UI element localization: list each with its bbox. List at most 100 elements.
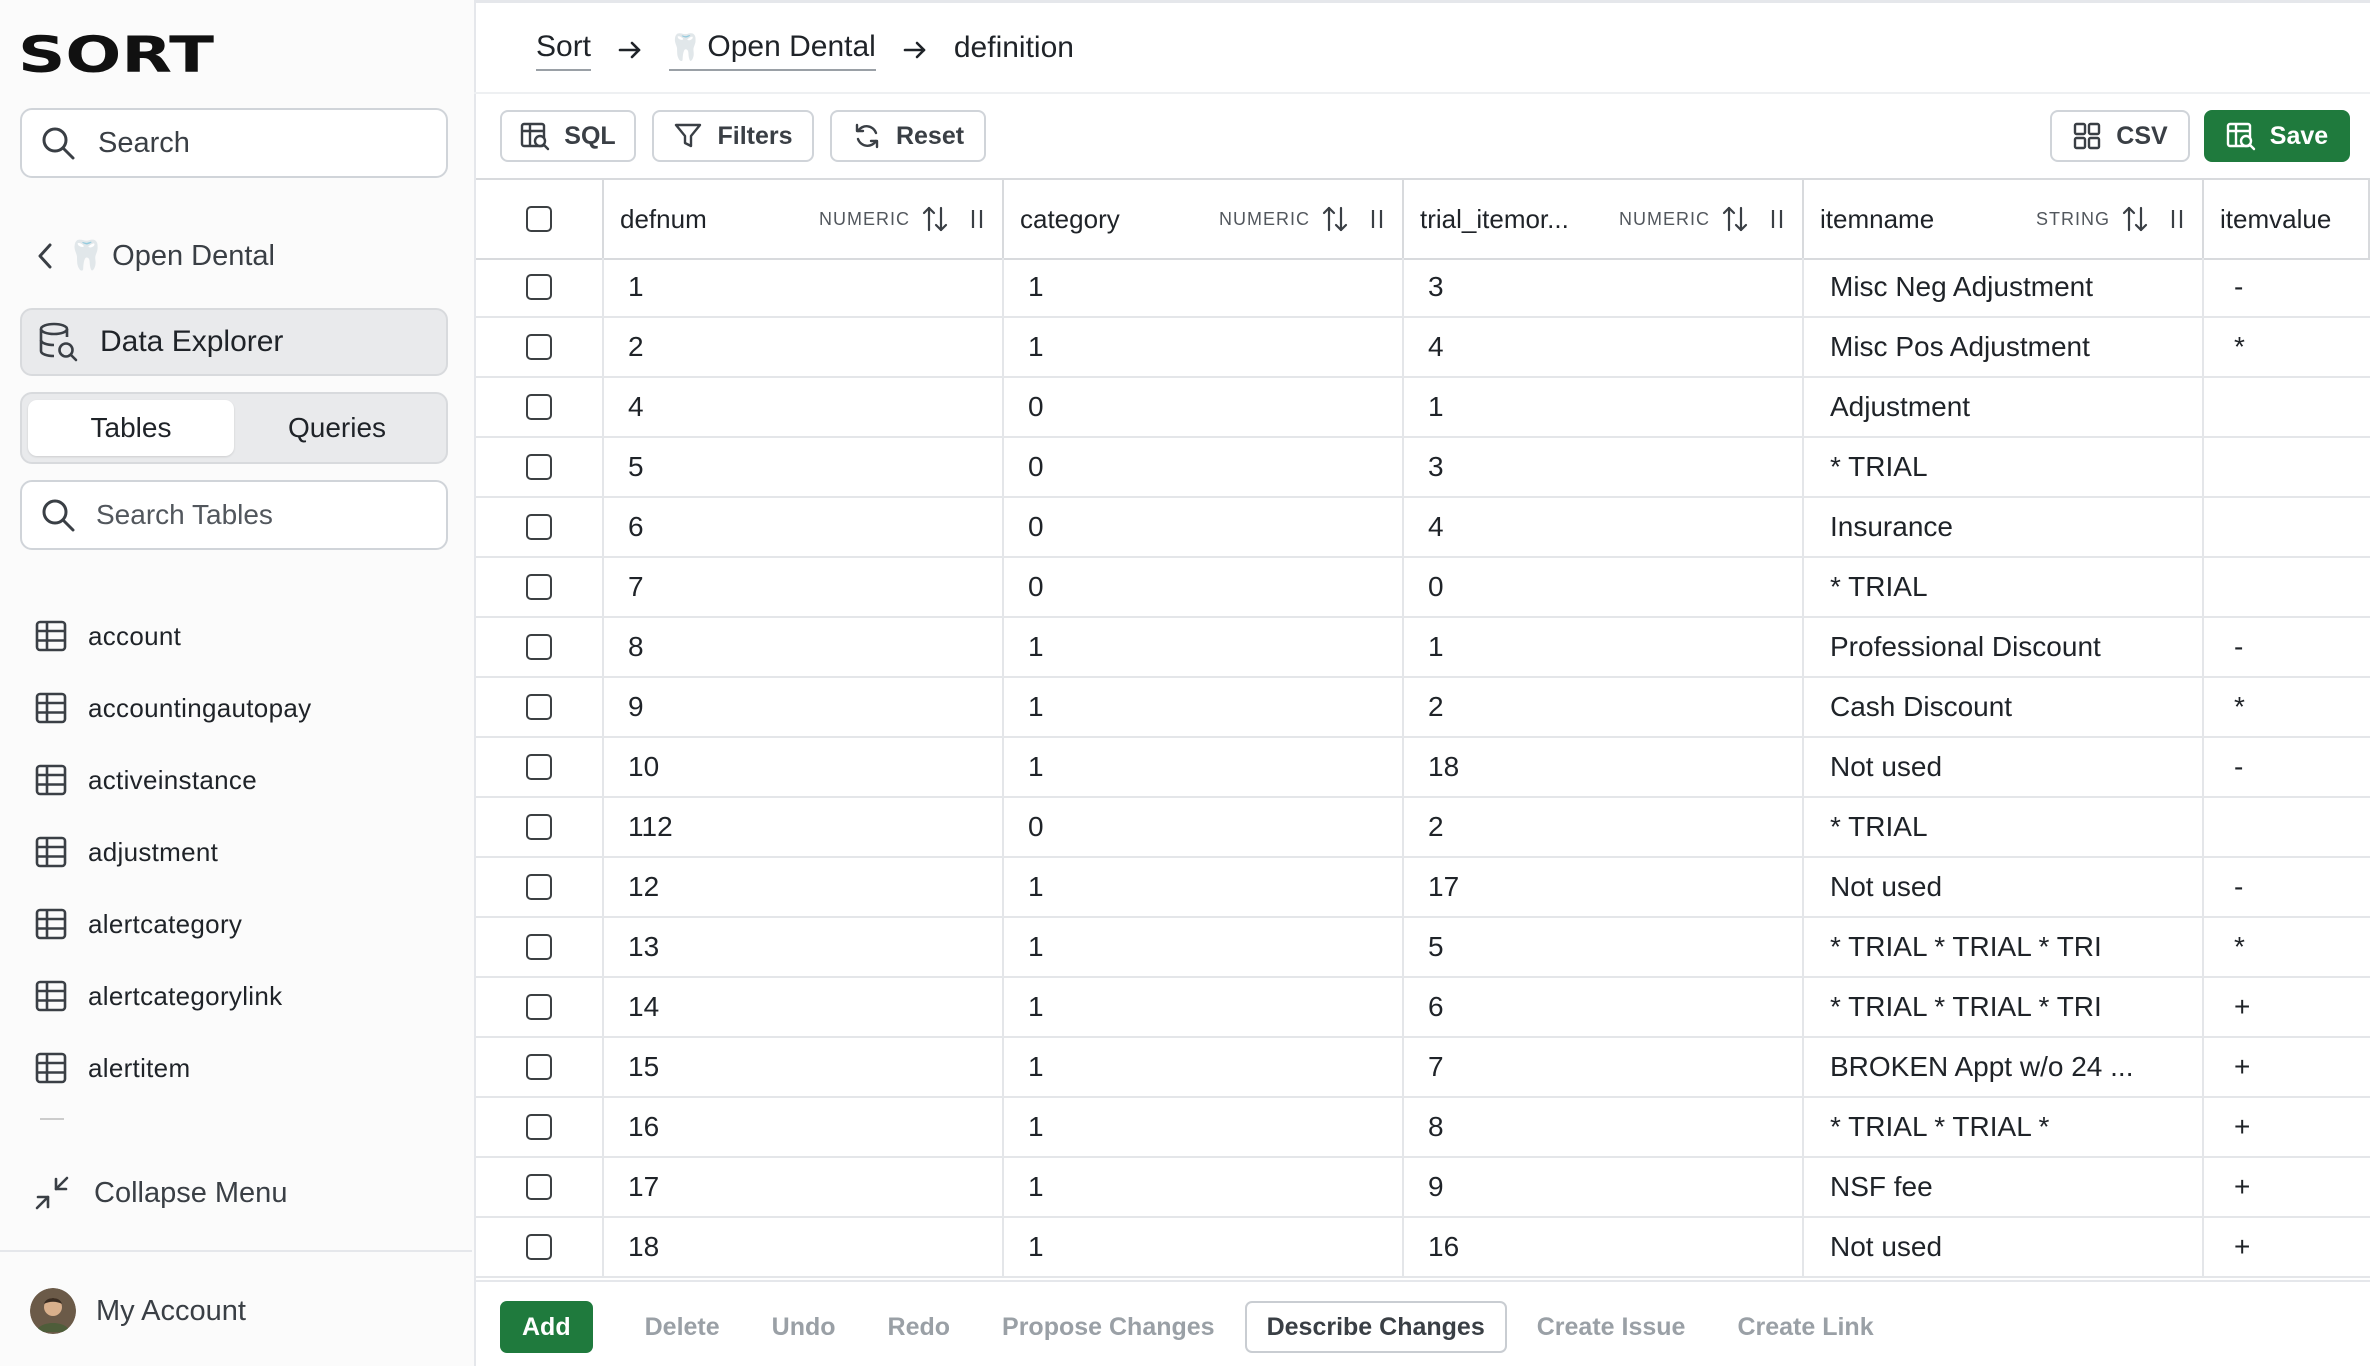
cell-defnum[interactable]: 4 xyxy=(604,378,1004,436)
cell-defnum[interactable]: 112 xyxy=(604,798,1004,856)
cell-itemvalue[interactable]: + xyxy=(2204,1218,2370,1276)
cell-category[interactable]: 1 xyxy=(1004,918,1404,976)
cell-trial-itemorder[interactable]: 18 xyxy=(1404,738,1804,796)
cell-itemname[interactable]: Insurance xyxy=(1804,498,2204,556)
row-checkbox[interactable] xyxy=(526,1174,552,1200)
cell-category[interactable]: 1 xyxy=(1004,258,1404,316)
column-header-trial-itemorder[interactable]: trial_itemor... NUMERIC xyxy=(1404,180,1804,258)
cell-itemname[interactable]: Not used xyxy=(1804,858,2204,916)
cell-itemname[interactable]: NSF fee xyxy=(1804,1158,2204,1216)
cell-category[interactable]: 0 xyxy=(1004,438,1404,496)
cell-defnum[interactable]: 2 xyxy=(604,318,1004,376)
column-header-category[interactable]: category NUMERIC xyxy=(1004,180,1404,258)
back-to-database-link[interactable]: 🦷 Open Dental xyxy=(34,236,275,276)
cell-defnum[interactable]: 6 xyxy=(604,498,1004,556)
table-item-alertitem[interactable]: alertitem xyxy=(34,1032,454,1104)
cell-category[interactable]: 0 xyxy=(1004,378,1404,436)
cell-category[interactable]: 1 xyxy=(1004,1038,1404,1096)
row-checkbox[interactable] xyxy=(526,1114,552,1140)
cell-trial-itemorder[interactable]: 9 xyxy=(1404,1158,1804,1216)
sql-button[interactable]: SQL xyxy=(500,110,636,162)
row-checkbox[interactable] xyxy=(526,754,552,780)
cell-itemvalue[interactable] xyxy=(2204,378,2370,436)
cell-trial-itemorder[interactable]: 16 xyxy=(1404,1218,1804,1276)
cell-defnum[interactable]: 9 xyxy=(604,678,1004,736)
cell-itemvalue[interactable]: - xyxy=(2204,738,2370,796)
cell-defnum[interactable]: 7 xyxy=(604,558,1004,616)
cell-trial-itemorder[interactable]: 1 xyxy=(1404,618,1804,676)
cell-itemname[interactable]: Not used xyxy=(1804,1218,2204,1276)
cell-itemvalue[interactable]: - xyxy=(2204,258,2370,316)
row-checkbox[interactable] xyxy=(526,1234,552,1260)
save-button[interactable]: Save xyxy=(2204,110,2350,162)
table-item-alertcategorylink[interactable]: alertcategorylink xyxy=(34,960,454,1032)
cell-defnum[interactable]: 5 xyxy=(604,438,1004,496)
cell-defnum[interactable]: 15 xyxy=(604,1038,1004,1096)
cell-category[interactable]: 1 xyxy=(1004,1098,1404,1156)
sort-icon[interactable] xyxy=(2120,204,2150,234)
cell-category[interactable]: 1 xyxy=(1004,978,1404,1036)
cell-category[interactable]: 0 xyxy=(1004,558,1404,616)
row-checkbox[interactable] xyxy=(526,394,552,420)
sort-icon[interactable] xyxy=(1720,204,1750,234)
cell-itemvalue[interactable] xyxy=(2204,438,2370,496)
cell-itemname[interactable]: Misc Neg Adjustment xyxy=(1804,258,2204,316)
cell-category[interactable]: 1 xyxy=(1004,678,1404,736)
cell-trial-itemorder[interactable]: 3 xyxy=(1404,258,1804,316)
cell-itemname[interactable]: Professional Discount xyxy=(1804,618,2204,676)
cell-itemname[interactable]: Misc Pos Adjustment xyxy=(1804,318,2204,376)
row-checkbox[interactable] xyxy=(526,514,552,540)
cell-itemvalue[interactable]: + xyxy=(2204,1098,2370,1156)
my-account-button[interactable]: My Account xyxy=(30,1286,246,1336)
describe-changes-button[interactable]: Describe Changes xyxy=(1244,1301,1507,1353)
cell-trial-itemorder[interactable]: 3 xyxy=(1404,438,1804,496)
cell-defnum[interactable]: 12 xyxy=(604,858,1004,916)
search-tables-input[interactable]: Search Tables xyxy=(20,480,448,550)
row-checkbox[interactable] xyxy=(526,574,552,600)
cell-itemvalue[interactable]: + xyxy=(2204,1158,2370,1216)
cell-itemvalue[interactable]: - xyxy=(2204,618,2370,676)
column-header-itemname[interactable]: itemname STRING xyxy=(1804,180,2204,258)
reset-button[interactable]: Reset xyxy=(830,110,986,162)
cell-itemname[interactable]: * TRIAL xyxy=(1804,798,2204,856)
cell-itemvalue[interactable] xyxy=(2204,798,2370,856)
cell-itemname[interactable]: * TRIAL xyxy=(1804,558,2204,616)
redo-button[interactable]: Redo xyxy=(888,1313,951,1342)
column-resize-handle-icon[interactable] xyxy=(966,204,988,234)
cell-itemvalue[interactable]: * xyxy=(2204,318,2370,376)
cell-trial-itemorder[interactable]: 2 xyxy=(1404,798,1804,856)
cell-trial-itemorder[interactable]: 5 xyxy=(1404,918,1804,976)
column-resize-handle-icon[interactable] xyxy=(1766,204,1788,234)
cell-trial-itemorder[interactable]: 0 xyxy=(1404,558,1804,616)
cell-defnum[interactable]: 8 xyxy=(604,618,1004,676)
table-item-activeinstance[interactable]: activeinstance xyxy=(34,744,454,816)
cell-itemvalue[interactable] xyxy=(2204,498,2370,556)
cell-trial-itemorder[interactable]: 4 xyxy=(1404,498,1804,556)
delete-button[interactable]: Delete xyxy=(645,1313,720,1342)
cell-itemvalue[interactable]: + xyxy=(2204,978,2370,1036)
create-issue-button[interactable]: Create Issue xyxy=(1537,1313,1686,1342)
cell-category[interactable]: 1 xyxy=(1004,1158,1404,1216)
cell-itemvalue[interactable]: * xyxy=(2204,918,2370,976)
column-resize-handle-icon[interactable] xyxy=(2166,204,2188,234)
cell-trial-itemorder[interactable]: 6 xyxy=(1404,978,1804,1036)
cell-itemname[interactable]: * TRIAL xyxy=(1804,438,2204,496)
row-checkbox[interactable] xyxy=(526,334,552,360)
cell-defnum[interactable]: 13 xyxy=(604,918,1004,976)
row-checkbox[interactable] xyxy=(526,1054,552,1080)
tab-tables[interactable]: Tables xyxy=(28,400,234,456)
undo-button[interactable]: Undo xyxy=(772,1313,836,1342)
propose-changes-button[interactable]: Propose Changes xyxy=(1002,1313,1215,1342)
cell-trial-itemorder[interactable]: 8 xyxy=(1404,1098,1804,1156)
cell-category[interactable]: 0 xyxy=(1004,798,1404,856)
nav-data-explorer[interactable]: Data Explorer xyxy=(20,308,448,376)
breadcrumb-database[interactable]: 🦷 Open Dental xyxy=(669,30,876,71)
cell-itemname[interactable]: * TRIAL * TRIAL * xyxy=(1804,1098,2204,1156)
row-checkbox[interactable] xyxy=(526,634,552,660)
cell-category[interactable]: 1 xyxy=(1004,1218,1404,1276)
row-checkbox[interactable] xyxy=(526,994,552,1020)
sort-logo[interactable]: SORT xyxy=(18,32,214,76)
row-checkbox[interactable] xyxy=(526,814,552,840)
table-item-accountingautopay[interactable]: accountingautopay xyxy=(34,672,454,744)
cell-itemname[interactable]: Not used xyxy=(1804,738,2204,796)
